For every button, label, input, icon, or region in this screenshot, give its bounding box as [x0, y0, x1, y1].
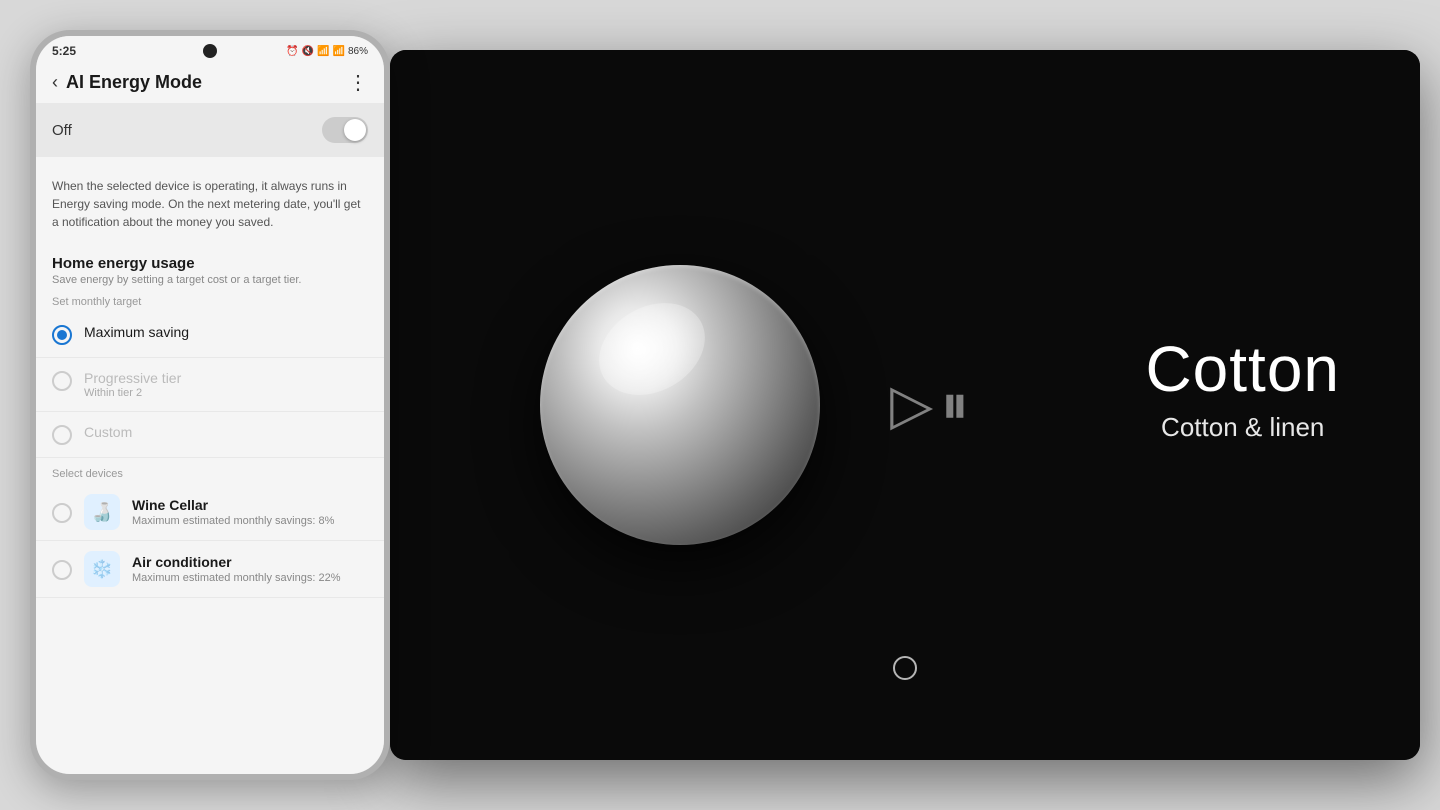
phone-device: 5:25 ⏰ 🔇 📶 📶 86% ‹ AI Energy Mode ⋮	[30, 30, 390, 780]
radio-sublabel-progressive: Within tier 2	[84, 387, 181, 399]
status-icons: ⏰ 🔇 📶 📶 86%	[286, 46, 368, 57]
wine-cellar-savings: Maximum estimated monthly savings: 8%	[132, 515, 368, 527]
metallic-knob	[540, 265, 820, 545]
home-energy-section: Home energy usage Save energy by setting…	[36, 243, 384, 288]
wine-cellar-info: Wine Cellar Maximum estimated monthly sa…	[132, 497, 368, 527]
cycle-name: Cotton	[1145, 334, 1340, 404]
phone-content: Off When the selected device is operatin…	[36, 103, 384, 774]
toggle-label: Off	[52, 122, 72, 139]
radio-circle-progressive	[52, 371, 72, 391]
wine-cellar-icon: 🍶	[84, 494, 120, 530]
tv-panel: ▷ ⏸ Cotton Cotton & linen	[390, 50, 1420, 760]
radio-circle-maximum	[52, 325, 72, 345]
cycle-subtitle: Cotton & linen	[1145, 412, 1340, 443]
play-pause-icon[interactable]: ▷ ⏸	[890, 372, 965, 439]
home-energy-subtitle: Save energy by setting a target cost or …	[52, 274, 368, 286]
radio-progressive-tier[interactable]: Progressive tier Within tier 2	[36, 358, 384, 412]
header-left: ‹ AI Energy Mode	[52, 72, 202, 93]
toggle-row: Off	[36, 103, 384, 157]
device-item-wine-cellar[interactable]: 🍶 Wine Cellar Maximum estimated monthly …	[36, 484, 384, 541]
camera-notch	[203, 44, 217, 58]
tv-screen: ▷ ⏸ Cotton Cotton & linen	[390, 50, 1420, 760]
home-energy-title: Home energy usage	[52, 255, 368, 272]
air-conditioner-name: Air conditioner	[132, 554, 368, 570]
air-conditioner-savings: Maximum estimated monthly savings: 22%	[132, 572, 368, 584]
device-item-air-conditioner[interactable]: ❄️ Air conditioner Maximum estimated mon…	[36, 541, 384, 598]
radio-label-custom: Custom	[84, 424, 132, 440]
wifi-icon: 📶	[317, 46, 329, 57]
wine-cellar-name: Wine Cellar	[132, 497, 368, 513]
air-conditioner-info: Air conditioner Maximum estimated monthl…	[132, 554, 368, 584]
radio-custom[interactable]: Custom	[36, 412, 384, 458]
cotton-text-area: Cotton Cotton & linen	[1145, 334, 1340, 443]
app-header: ‹ AI Energy Mode ⋮	[36, 62, 384, 103]
description-text: When the selected device is operating, i…	[36, 165, 384, 243]
status-time: 5:25	[52, 44, 76, 58]
radio-label-progressive: Progressive tier	[84, 370, 181, 386]
off-toggle[interactable]	[322, 117, 368, 143]
back-button[interactable]: ‹	[52, 72, 58, 93]
radio-circle-custom	[52, 425, 72, 445]
radio-label-maximum: Maximum saving	[84, 324, 189, 340]
select-devices-label: Select devices	[36, 458, 384, 484]
phone-container: 5:25 ⏰ 🔇 📶 📶 86% ‹ AI Energy Mode ⋮	[30, 30, 400, 780]
circle-indicator[interactable]	[893, 656, 917, 680]
app-title: AI Energy Mode	[66, 72, 202, 93]
monthly-target-label: Set monthly target	[36, 288, 384, 312]
device-radio-air-conditioner	[52, 560, 72, 580]
signal-icon: 📶	[333, 46, 345, 57]
more-menu-button[interactable]: ⋮	[348, 70, 368, 95]
radio-maximum-saving[interactable]: Maximum saving	[36, 312, 384, 358]
alarm-icon: ⏰	[286, 46, 298, 57]
battery-level: 86%	[348, 46, 368, 57]
device-radio-wine-cellar	[52, 503, 72, 523]
volume-icon: 🔇	[302, 46, 314, 57]
main-scene: 5:25 ⏰ 🔇 📶 📶 86% ‹ AI Energy Mode ⋮	[0, 0, 1440, 810]
air-conditioner-icon: ❄️	[84, 551, 120, 587]
